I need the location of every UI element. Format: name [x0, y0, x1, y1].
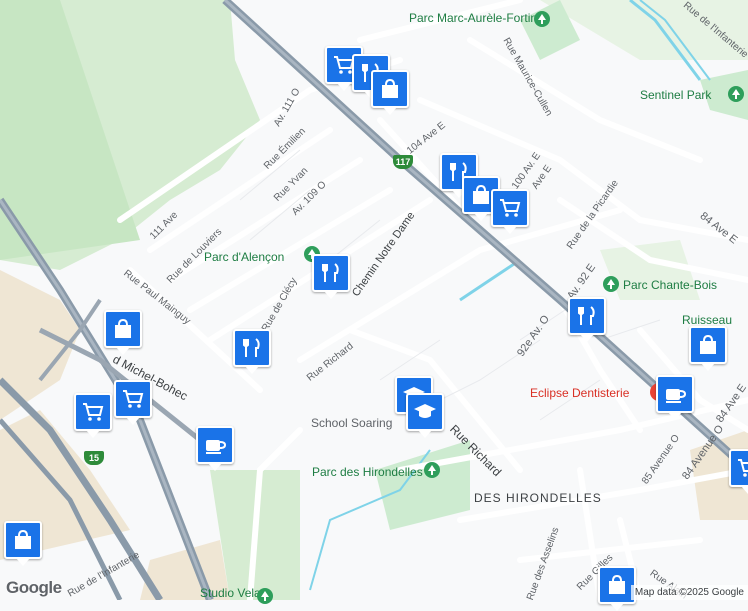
- park-label-studio-vela: Studio Vela: [200, 586, 261, 600]
- park-icon: [728, 86, 744, 102]
- poi-label-ruisseau: Ruisseau: [682, 313, 733, 327]
- shopping-marker[interactable]: [104, 310, 142, 355]
- park-label-chante-bois: Parc Chante-Bois: [623, 278, 718, 292]
- shopping-marker[interactable]: [689, 326, 727, 371]
- school-marker[interactable]: [406, 393, 444, 438]
- poi-label-eclipse: Eclipse Dentisterie: [530, 386, 630, 400]
- map-attribution: Map data ©2025 Google: [630, 585, 748, 600]
- cart-icon: [500, 199, 521, 217]
- shopping-bag-icon: [115, 318, 131, 338]
- shopping-bag-icon: [382, 78, 398, 98]
- restaurant-marker[interactable]: [312, 254, 350, 299]
- fork-knife-icon: [578, 306, 595, 325]
- park-icon: [257, 588, 273, 604]
- park-label-sentinel: Sentinel Park: [640, 88, 712, 102]
- cart-icon: [738, 459, 748, 477]
- coffee-icon: [666, 389, 687, 403]
- graduation-cap-icon: [414, 404, 436, 418]
- area-label: DES HIRONDELLES: [474, 491, 602, 505]
- shopping-bag-icon: [700, 334, 716, 354]
- fork-knife-icon: [322, 263, 339, 282]
- route-117-shield: 117: [393, 155, 413, 169]
- park-label-marc-aurele: Parc Marc-Aurèle-Fortin: [409, 11, 538, 25]
- cart-icon: [123, 390, 144, 408]
- restaurant-marker[interactable]: [233, 329, 271, 374]
- shopping-marker[interactable]: [4, 521, 42, 566]
- coffee-icon: [206, 440, 227, 454]
- shopping-bag-icon: [609, 574, 625, 594]
- park-label-hirondelles: Parc des Hirondelles: [312, 465, 423, 479]
- cafe-marker[interactable]: [196, 426, 234, 471]
- school-label: School Soaring: [311, 416, 393, 430]
- park-icon: [534, 11, 550, 27]
- shopping-bag-icon: [473, 184, 489, 204]
- grocery-marker[interactable]: [114, 380, 152, 425]
- shopping-marker[interactable]: [371, 70, 409, 115]
- grocery-marker[interactable]: [729, 449, 748, 494]
- cafe-marker[interactable]: [656, 375, 694, 420]
- google-logo[interactable]: Google: [6, 578, 62, 598]
- fork-knife-icon: [243, 338, 260, 357]
- cart-icon: [83, 403, 104, 421]
- park-icon: [424, 462, 440, 478]
- grocery-marker[interactable]: [491, 189, 529, 234]
- restaurant-marker[interactable]: [568, 297, 606, 342]
- grocery-marker[interactable]: [74, 393, 112, 438]
- route-15-shield: 15: [84, 451, 104, 465]
- park-label-alencon: Parc d'Alençon: [204, 250, 285, 264]
- park-icon: [603, 276, 619, 292]
- shopping-bag-icon: [15, 529, 31, 549]
